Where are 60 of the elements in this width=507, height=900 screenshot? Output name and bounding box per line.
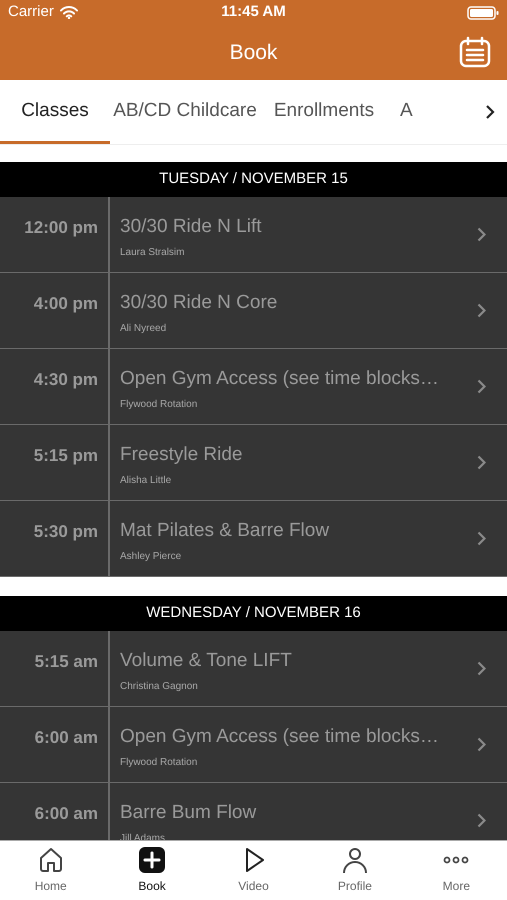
tab-bar-item[interactable]: Profile	[304, 846, 406, 895]
tab-bar-item[interactable]: More	[406, 846, 507, 895]
tab[interactable]: A	[388, 80, 448, 144]
instructor-name: Flywood Rotation	[120, 756, 198, 770]
more-icon	[442, 856, 470, 864]
class-name: Open Gym Access (see time blocks…	[120, 367, 439, 391]
class-name: 30/30 Ride N Core	[120, 291, 278, 315]
tab[interactable]: AB/CD Childcare	[110, 80, 260, 144]
class-row[interactable]: 5:15 pm Freestyle Ride Alisha Little	[0, 425, 507, 501]
class-row[interactable]: 6:00 am Open Gym Access (see time blocks… Flywood Rotation	[0, 707, 507, 783]
class-time: 4:30 pm	[34, 370, 98, 389]
plus-icon	[138, 846, 166, 874]
tab-bar-item[interactable]: Book	[101, 846, 203, 895]
calendar-button[interactable]	[459, 36, 491, 68]
class-time: 5:15 am	[34, 652, 98, 671]
chevron-right-icon	[477, 661, 486, 676]
wifi-icon	[60, 6, 78, 19]
chevron-right-icon[interactable]	[485, 104, 495, 120]
screen-title: Book	[230, 40, 278, 66]
instructor-name: Laura Stralsim	[120, 246, 184, 260]
tab-bar-item[interactable]: Video	[202, 846, 304, 895]
tab[interactable]: Enrollments	[260, 80, 388, 144]
class-row[interactable]: 4:00 pm 30/30 Ride N Core Ali Nyreed	[0, 273, 507, 349]
tab[interactable]: Classes	[0, 80, 110, 144]
class-name: Open Gym Access (see time blocks…	[120, 725, 439, 749]
class-name: 30/30 Ride N Lift	[120, 215, 262, 239]
chevron-right-icon	[477, 455, 486, 470]
carrier-label: Carrier	[8, 2, 54, 22]
chevron-right-icon	[477, 227, 486, 242]
class-time: 6:00 am	[34, 728, 98, 747]
status-time: 11:45 AM	[221, 2, 286, 22]
instructor-name: Alisha Little	[120, 474, 172, 488]
class-time: 5:30 pm	[34, 522, 98, 541]
person-icon	[340, 846, 369, 874]
instructor-name: Christina Gagnon	[120, 680, 198, 694]
chevron-right-icon	[477, 813, 486, 828]
day-header: WEDNESDAY / NOVEMBER 16	[0, 596, 507, 631]
chevron-right-icon	[477, 303, 486, 318]
class-name: Freestyle Ride	[120, 443, 242, 467]
chevron-right-icon	[477, 379, 486, 394]
chevron-right-icon	[477, 737, 486, 752]
instructor-name: Flywood Rotation	[120, 398, 198, 412]
class-time: 12:00 pm	[24, 218, 98, 237]
chevron-right-icon	[477, 531, 486, 546]
class-name: Barre Bum Flow	[120, 801, 256, 825]
class-time: 4:00 pm	[34, 294, 98, 313]
class-row[interactable]: 4:30 pm Open Gym Access (see time blocks… Flywood Rotation	[0, 349, 507, 425]
instructor-name: Ashley Pierce	[120, 550, 182, 564]
class-name: Volume & Tone LIFT	[120, 649, 292, 673]
battery-icon	[467, 6, 499, 20]
day-header: TUESDAY / NOVEMBER 15	[0, 162, 507, 197]
class-time: 5:15 pm	[34, 446, 98, 465]
class-row[interactable]: 5:15 am Volume & Tone LIFT Christina Gagnon	[0, 631, 507, 707]
tab-bar-item[interactable]: Home	[0, 846, 102, 895]
class-row[interactable]: 12:00 pm 30/30 Ride N Lift Laura Stralsim	[0, 197, 507, 273]
class-time: 6:00 am	[34, 804, 98, 823]
calendar-icon	[459, 36, 491, 68]
class-row[interactable]: 5:30 pm Mat Pilates & Barre Flow Ashley Pierce	[0, 501, 507, 577]
instructor-name: Ali Nyreed	[120, 322, 166, 336]
class-name: Mat Pilates & Barre Flow	[120, 519, 330, 543]
